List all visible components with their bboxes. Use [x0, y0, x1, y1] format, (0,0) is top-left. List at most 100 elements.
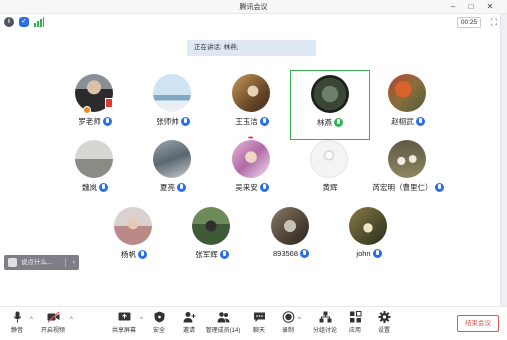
meeting-timer: 00:25	[457, 17, 481, 28]
avatar	[153, 74, 191, 112]
participant-name: 罗老师	[78, 117, 101, 126]
participant-name: 杨帆	[121, 250, 136, 259]
record-button[interactable]: 录制	[279, 311, 297, 334]
participant-tile[interactable]: 王玉洁	[212, 70, 292, 140]
camera-off-icon	[47, 311, 60, 323]
add-user-icon	[183, 311, 196, 323]
video-button[interactable]: 开启视频	[40, 311, 66, 334]
avatar	[232, 74, 270, 112]
security-button[interactable]: 安全	[150, 311, 168, 334]
avatar	[192, 207, 230, 245]
manage-members-label: 管理成员(14)	[205, 328, 241, 334]
participant-name: 黄辉	[322, 183, 338, 192]
gear-icon	[378, 311, 391, 323]
speaking-banner: 正在讲话: 林燕;	[187, 40, 316, 56]
security-label: 安全	[152, 328, 165, 334]
avatar	[388, 74, 426, 112]
participant-tile[interactable]: 夏亮	[133, 136, 213, 206]
manage-members-button[interactable]: 管理成员(14)	[204, 311, 242, 334]
participant-name: 张师帅	[156, 117, 179, 126]
avatar	[311, 75, 349, 113]
host-badge-icon	[83, 106, 91, 114]
participant-tile-active[interactable]: 林燕	[290, 70, 370, 140]
participant-tile[interactable]: 张军辉	[172, 203, 252, 273]
share-screen-icon	[118, 311, 131, 323]
participant-name: 林燕	[317, 118, 332, 127]
minimize-button[interactable]: –	[446, 1, 460, 13]
mic-icon[interactable]	[372, 248, 382, 258]
participant-name: 赵栩武	[391, 117, 414, 126]
participant-name: 吴来安	[235, 183, 258, 192]
shield-icon[interactable]: ✓	[19, 17, 29, 27]
avatar	[153, 140, 191, 178]
record-label: 录制	[281, 328, 294, 334]
meeting-info-bar: i ✓ 00:25 ⛶	[0, 14, 507, 31]
members-icon	[217, 311, 230, 323]
participant-name: 芮宏明（曹里仁）	[372, 183, 433, 192]
shield-icon	[153, 311, 166, 323]
chat-label: 聊天	[252, 328, 265, 334]
breakout-icon	[319, 311, 332, 323]
apps-button[interactable]: 应用	[346, 311, 364, 334]
share-screen-label: 共享屏幕	[111, 328, 136, 334]
collapse-arrow-icon[interactable]: ‹	[73, 255, 75, 270]
participant-name: 张军辉	[195, 250, 218, 259]
chat-button[interactable]: 聊天	[250, 311, 268, 334]
close-button[interactable]: ✕	[483, 1, 497, 13]
invite-button[interactable]: 邀请	[179, 311, 199, 334]
participant-tile[interactable]: 张师帅	[133, 70, 213, 140]
end-meeting-button[interactable]: 结束会议	[457, 315, 499, 332]
mute-label: 静音	[10, 328, 23, 334]
mute-button[interactable]: 静音	[6, 311, 28, 334]
participant-tile[interactable]: 杨帆	[94, 203, 174, 273]
record-options-chevron-icon[interactable]: ^	[298, 317, 301, 323]
share-screen-button[interactable]: 共享屏幕	[110, 311, 138, 334]
participant-tile[interactable]: 赵栩武	[368, 70, 448, 140]
window-title: 腾讯会议	[239, 4, 268, 11]
apps-grid-icon	[349, 311, 362, 323]
avatar	[75, 140, 113, 178]
participant-tile[interactable]: 893568	[251, 203, 331, 273]
info-icon[interactable]: i	[4, 17, 14, 27]
chat-placeholder: 说点什么...	[21, 259, 53, 266]
participant-name: john	[356, 249, 371, 258]
avatar	[388, 140, 426, 178]
maximize-button[interactable]: □	[464, 1, 478, 13]
breakout-label: 分组讨论	[312, 328, 337, 334]
video-label: 开启视频	[40, 328, 65, 334]
participant-tile[interactable]: 魏岚	[55, 136, 135, 206]
fullscreen-icon[interactable]: ⛶	[489, 17, 499, 27]
invite-label: 邀请	[182, 328, 195, 334]
breakout-button[interactable]: 分组讨论	[310, 311, 340, 334]
participant-tile[interactable]: 芮宏明（曹里仁）	[368, 136, 448, 206]
chat-input-pill[interactable]: 说点什么... ‹	[4, 255, 79, 270]
settings-button[interactable]: 设置	[375, 311, 393, 334]
settings-label: 设置	[377, 328, 390, 334]
record-icon	[282, 311, 295, 323]
signal-icon[interactable]	[34, 17, 44, 27]
participant-tile[interactable]: john	[329, 203, 409, 273]
participant-name: 893568	[272, 249, 299, 258]
chat-separator	[65, 258, 66, 267]
participant-tile[interactable]: 黄辉	[290, 136, 370, 206]
cohost-badge-icon	[105, 98, 113, 108]
avatar	[310, 140, 348, 178]
video-options-chevron-icon[interactable]: ^	[70, 317, 73, 323]
participant-tile[interactable]: 罗老师	[55, 70, 135, 140]
apps-label: 应用	[348, 328, 361, 334]
participant-tile[interactable]: ••• 吴来安	[212, 135, 292, 206]
avatar	[349, 207, 387, 245]
chat-icon	[253, 311, 266, 323]
participant-name: 魏岚	[82, 183, 97, 192]
mic-icon[interactable]	[415, 116, 425, 126]
avatar	[232, 140, 270, 178]
meeting-toolbar: 静音 ^ 开启视频 ^ 共享屏幕 ^ 安全 邀请 管理成员(14) 聊天 录制 …	[0, 306, 507, 340]
mute-options-chevron-icon[interactable]: ^	[30, 317, 33, 323]
microphone-icon	[11, 311, 24, 323]
avatar	[271, 207, 309, 245]
title-bar: 腾讯会议 – □ ✕	[0, 0, 507, 14]
chat-bubble-icon	[8, 258, 17, 267]
participant-name: 王玉洁	[235, 117, 258, 126]
mic-icon[interactable]	[434, 182, 444, 192]
share-options-chevron-icon[interactable]: ^	[140, 317, 143, 323]
